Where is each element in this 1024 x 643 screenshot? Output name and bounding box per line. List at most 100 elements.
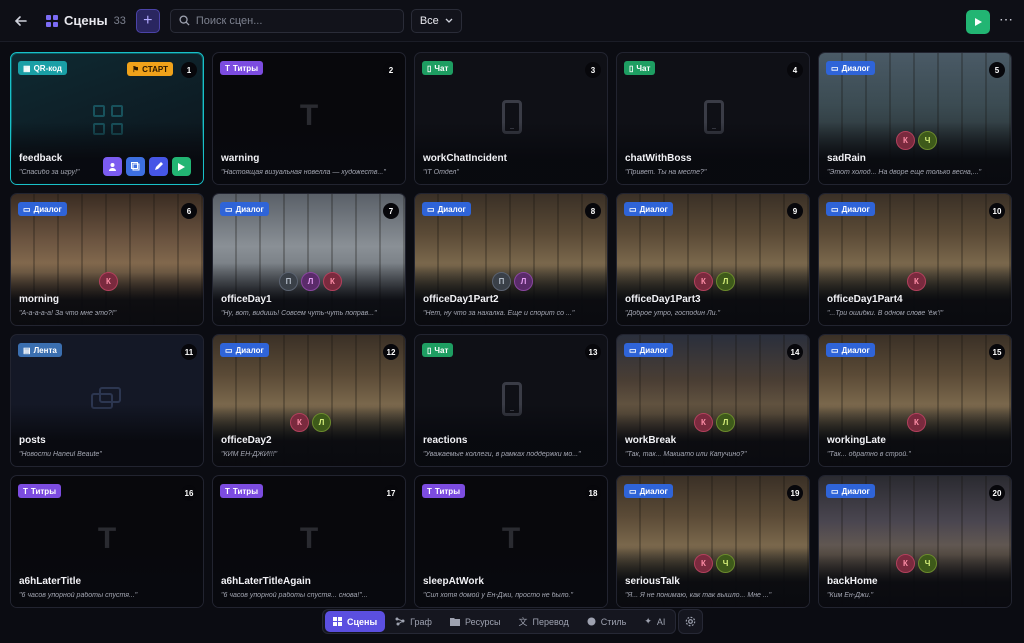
scene-card[interactable]: ▭ Диалог 19 К ЧseriousTalk "Я... Я не понимаю…: [616, 475, 810, 608]
character-avatar[interactable]: К: [694, 272, 713, 291]
scene-card[interactable]: ▭ Диалог 10 КofficeDay1Part4 "...Три ошибки.…: [818, 193, 1012, 326]
character-avatar[interactable]: Л: [312, 413, 331, 432]
character-avatar[interactable]: К: [896, 554, 915, 573]
scene-number: 7: [383, 203, 399, 219]
scene-card[interactable]: T T Титры 17 a6hLaterTitleAgain "6 часов упор…: [212, 475, 406, 608]
scene-type-badge: ▭ Диалог: [624, 343, 673, 357]
play-icon: [974, 18, 982, 26]
scene-card[interactable]: ▭ Диалог 8 П ЛofficeDay1Part2 "Нет, ну что за…: [414, 193, 608, 326]
badge-label: Диалог: [33, 204, 62, 214]
play-game-button[interactable]: [966, 10, 990, 34]
palette-icon: [587, 617, 596, 626]
scene-description: "Ну, вот, видишь! Совсем чуть-чуть попра…: [221, 310, 377, 317]
scene-card[interactable]: T T Титры 2 warning "Настоящая визуальная нов…: [212, 52, 406, 185]
badge-icon: T: [225, 63, 230, 73]
scene-characters: К: [907, 413, 926, 432]
character-avatar[interactable]: К: [896, 131, 915, 150]
scene-card[interactable]: ▭ Диалог 9 К ЛofficeDay1Part3 "Доброе утро, г…: [616, 193, 810, 326]
scene-type-badge: ▯ Чат: [624, 61, 656, 75]
badge-icon: ▭: [225, 345, 233, 355]
nav-label: Стиль: [600, 616, 627, 627]
scene-card[interactable]: ▦ QR-код ⚑ СТАРТ 1 feedback "Спасибо за игру!": [10, 52, 204, 185]
back-arrow-icon[interactable]: [10, 10, 32, 32]
badge-label: Диалог: [841, 204, 870, 214]
more-options-icon[interactable]: ⋯: [998, 12, 1014, 30]
scene-card[interactable]: ▭ Диалог 15 КworkingLate "Так... обратно в с…: [818, 334, 1012, 467]
start-badge: ⚑ СТАРТ: [126, 62, 173, 76]
scene-characters: К: [907, 272, 926, 291]
scene-card[interactable]: ▭ Диалог 12 К ЛofficeDay2 "КИМ ЁН-ДЖИ!!!": [212, 334, 406, 467]
character-avatar[interactable]: Ч: [716, 554, 735, 573]
scene-card[interactable]: ▤ Лента 11 posts "Новости Haneul Beaute": [10, 334, 204, 467]
badge-label: Диалог: [437, 204, 466, 214]
character-avatar[interactable]: К: [323, 272, 342, 291]
character-avatar[interactable]: П: [279, 272, 298, 291]
scene-type-badge: ▤ Лента: [18, 343, 62, 357]
badge-label: Чат: [434, 345, 449, 355]
scene-characters: ПЛК: [279, 272, 342, 291]
character-avatar[interactable]: К: [290, 413, 309, 432]
scene-characters: ПЛ: [492, 272, 533, 291]
scene-description: "Так, так... Макиато или Капучино?": [625, 451, 747, 458]
characters-icon[interactable]: [103, 157, 122, 176]
scene-card[interactable]: ▯ Чат 13 reactions "Уважаемые коллеги, в рам…: [414, 334, 608, 467]
scene-card[interactable]: ▭ Диалог 5 К ЧsadRain "Этот холод... На дворе…: [818, 52, 1012, 185]
character-avatar[interactable]: Л: [514, 272, 533, 291]
badge-icon: ▭: [831, 345, 839, 355]
character-avatar[interactable]: Л: [301, 272, 320, 291]
nav-translate[interactable]: 文 Перевод: [510, 611, 576, 632]
add-scene-button[interactable]: +: [135, 8, 160, 33]
scene-name: officeDay1Part4: [827, 294, 903, 305]
settings-button[interactable]: [678, 609, 703, 634]
scene-number: 10: [989, 203, 1005, 219]
nav-style[interactable]: Стиль: [579, 611, 635, 632]
scene-number: 17: [383, 485, 399, 501]
nav-graph[interactable]: Граф: [387, 611, 440, 632]
nav-ai[interactable]: ✦ AI: [636, 611, 673, 632]
nav-scenes[interactable]: Сцены: [325, 611, 386, 632]
gear-icon: [685, 616, 696, 627]
character-avatar[interactable]: Ч: [918, 131, 937, 150]
scene-card[interactable]: ▭ Диалог 6 Кmorning "А-а-а-а-а! За что мне э…: [10, 193, 204, 326]
badge-label: Диалог: [235, 345, 264, 355]
scene-card[interactable]: T T Титры 18 sleepAtWork "Сил хотя домой у Ён…: [414, 475, 608, 608]
scene-card[interactable]: ▭ Диалог 20 К ЧbackHome "Ким Ён-Джи.": [818, 475, 1012, 608]
search-box[interactable]: [169, 8, 404, 33]
badge-label: Титры: [232, 63, 259, 73]
character-avatar[interactable]: К: [907, 413, 926, 432]
scene-description: "А-а-а-а-а! За что мне это?!": [19, 310, 117, 317]
scene-card[interactable]: ▭ Диалог 7 П Л КofficeDay1 "Ну, вот, видишь! С…: [212, 193, 406, 326]
character-avatar[interactable]: П: [492, 272, 511, 291]
character-avatar[interactable]: Ч: [918, 554, 937, 573]
scene-name: sleepAtWork: [423, 576, 484, 587]
search-input[interactable]: [195, 14, 386, 27]
copy-icon[interactable]: [126, 157, 145, 176]
character-avatar[interactable]: Л: [716, 272, 735, 291]
badge-icon: ▭: [831, 204, 839, 214]
scene-card[interactable]: T T Титры 16 a6hLaterTitle "6 часов упорной р…: [10, 475, 204, 608]
scene-number: 11: [181, 344, 197, 360]
edit-icon[interactable]: [149, 157, 168, 176]
scene-card[interactable]: ▯ Чат 3 workChatIncident "IT Отдел": [414, 52, 608, 185]
scene-name: officeDay1: [221, 294, 272, 305]
plus-icon: +: [143, 11, 153, 29]
character-avatar[interactable]: К: [694, 413, 713, 432]
scene-name: a6hLaterTitleAgain: [221, 576, 311, 587]
badge-label: Диалог: [235, 204, 264, 214]
scene-card[interactable]: ▭ Диалог 14 К ЛworkBreak "Так, так... Макиато…: [616, 334, 810, 467]
badge-icon: ▯: [427, 63, 432, 73]
filter-dropdown[interactable]: Все: [410, 8, 462, 33]
character-avatar[interactable]: К: [99, 272, 118, 291]
play-icon[interactable]: [172, 157, 191, 176]
graph-icon: [395, 617, 405, 626]
nav-resources[interactable]: Ресурсы: [442, 611, 509, 632]
scene-card[interactable]: ▯ Чат 4 chatWithBoss "Привет. Ты на месте?": [616, 52, 810, 185]
character-avatar[interactable]: К: [694, 554, 713, 573]
character-avatar[interactable]: Л: [716, 413, 735, 432]
flag-icon: ⚑: [131, 64, 140, 74]
scene-type-badge: ▭ Диалог: [220, 343, 269, 357]
character-avatar[interactable]: К: [907, 272, 926, 291]
scene-number: 6: [181, 203, 197, 219]
scene-name: sadRain: [827, 153, 866, 164]
scene-type-badge: ▭ Диалог: [18, 202, 67, 216]
